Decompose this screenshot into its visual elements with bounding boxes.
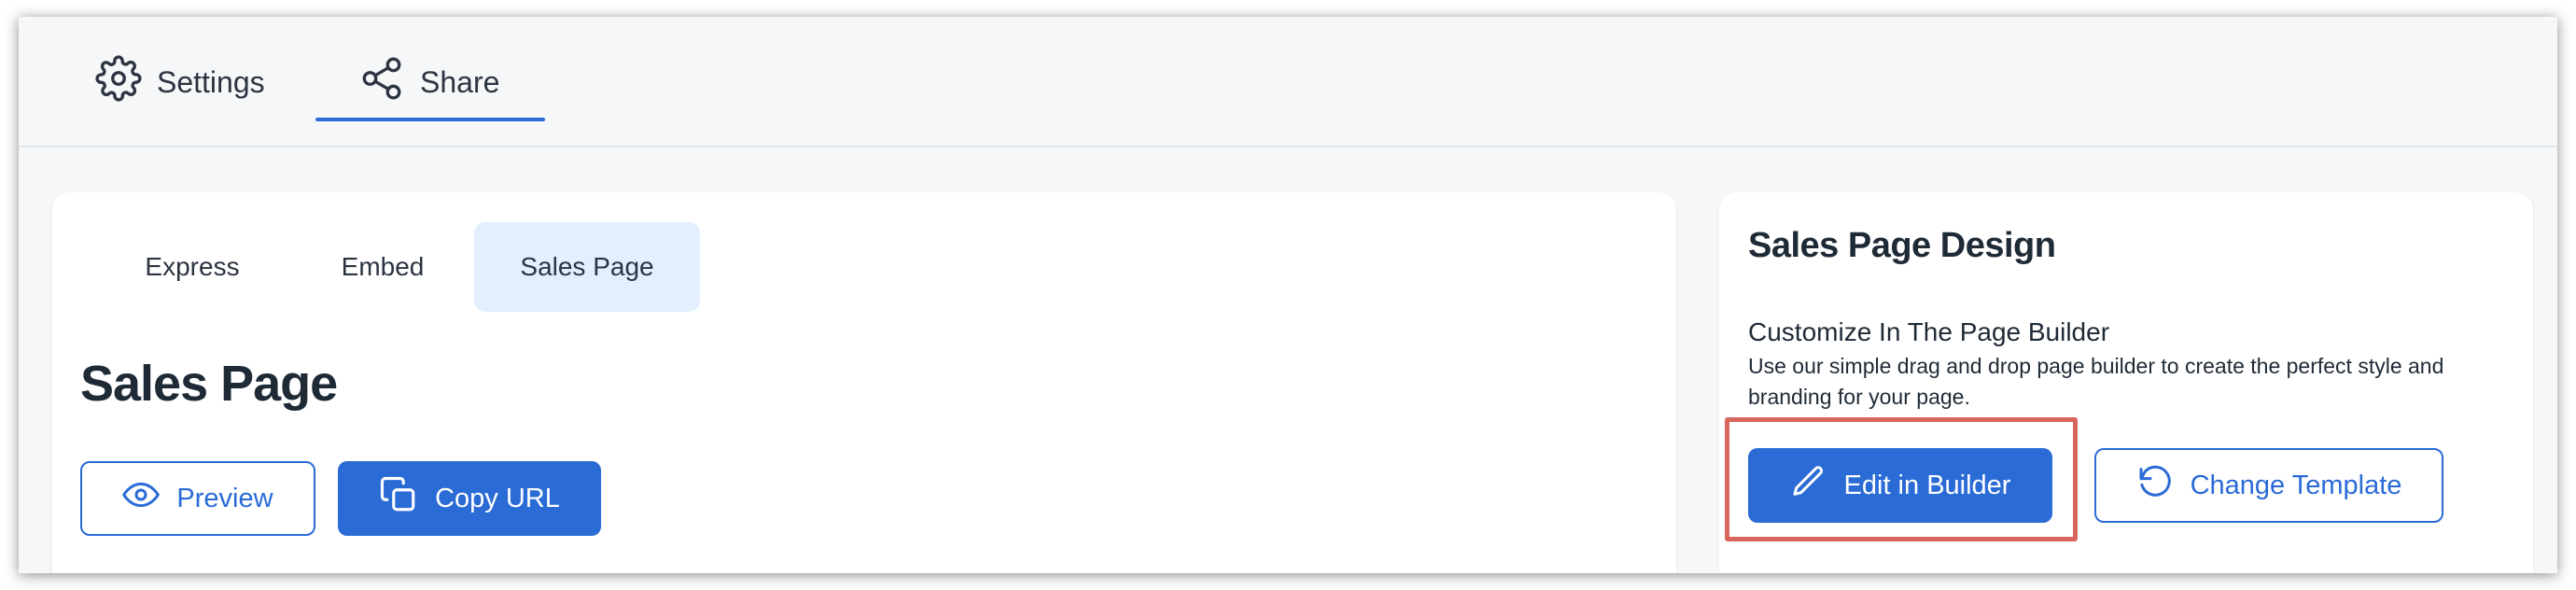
eye-icon xyxy=(122,476,176,521)
gear-icon xyxy=(95,55,157,109)
screenshot-frame: Settings Share Express Embed Sales Page … xyxy=(0,0,2576,590)
change-template-label: Change Template xyxy=(2190,470,2402,500)
copy-url-button[interactable]: Copy URL xyxy=(338,461,601,536)
top-tab-bar: Settings Share xyxy=(19,17,2557,148)
subtab-embed[interactable]: Embed xyxy=(299,222,467,312)
tab-settings-label: Settings xyxy=(157,64,265,99)
copy-url-button-label: Copy URL xyxy=(435,483,560,513)
change-template-button[interactable]: Change Template xyxy=(2094,448,2443,523)
preview-button-label: Preview xyxy=(176,483,273,513)
tab-settings[interactable]: Settings xyxy=(95,45,265,119)
subtab-sales-page[interactable]: Sales Page xyxy=(474,222,700,312)
tab-share[interactable]: Share xyxy=(358,45,499,119)
design-card-subtitle: Customize In The Page Builder xyxy=(1748,317,2110,346)
tab-share-label: Share xyxy=(420,64,500,99)
page-title: Sales Page xyxy=(80,356,338,412)
design-card-title: Sales Page Design xyxy=(1748,226,2056,265)
copy-icon xyxy=(379,475,435,522)
subtab-express[interactable]: Express xyxy=(108,222,276,312)
active-tab-indicator xyxy=(315,118,545,121)
pencil-icon xyxy=(1790,463,1844,508)
edit-in-builder-button[interactable]: Edit in Builder xyxy=(1748,448,2052,523)
edit-in-builder-label: Edit in Builder xyxy=(1843,470,2011,500)
undo-icon xyxy=(2136,463,2191,508)
design-card-description: Use our simple drag and drop page builde… xyxy=(1748,354,2444,409)
share-icon xyxy=(358,55,420,109)
preview-button[interactable]: Preview xyxy=(80,461,315,536)
